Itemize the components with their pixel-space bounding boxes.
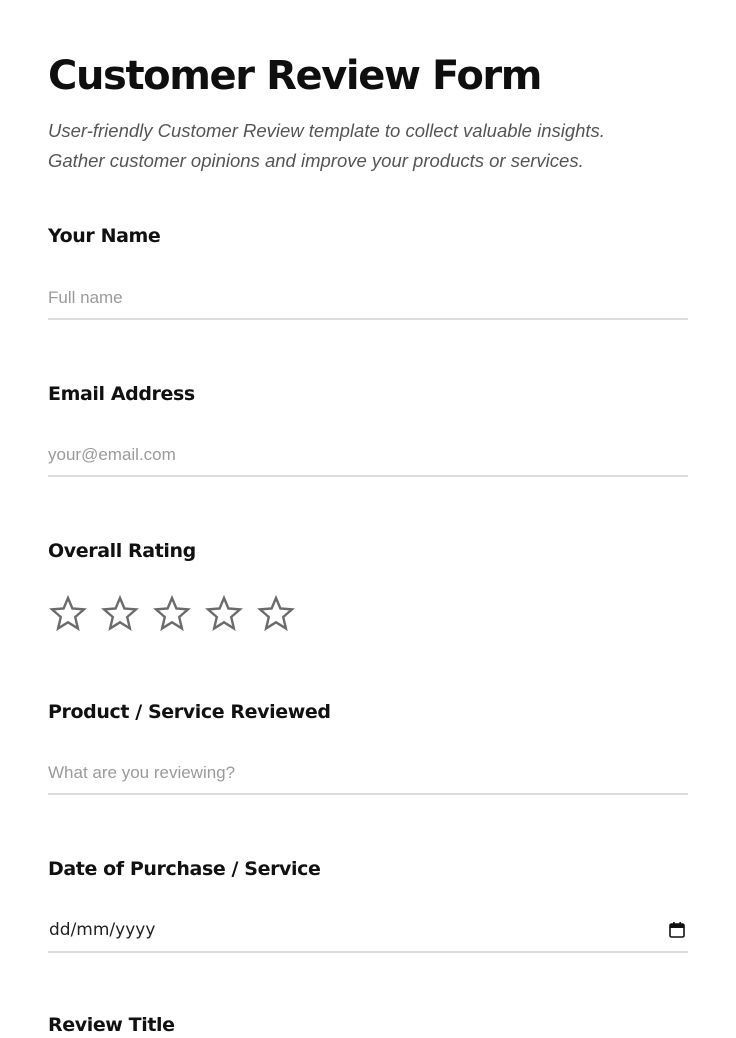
rating-field-group: Overall Rating bbox=[48, 538, 688, 631]
review-title-label: Review Title bbox=[48, 1014, 175, 1036]
date-field-group: Date of Purchase / Service dd/mm/yyyy bbox=[48, 856, 688, 953]
form-title-text: Customer Review Form bbox=[48, 53, 542, 99]
product-input[interactable] bbox=[48, 753, 688, 795]
rating-stars bbox=[48, 594, 296, 634]
star-1-icon[interactable] bbox=[48, 594, 88, 634]
rating-label: Overall Rating bbox=[48, 540, 196, 562]
name-field-group: Your Name bbox=[48, 223, 688, 320]
date-input[interactable]: dd/mm/yyyy bbox=[48, 909, 688, 953]
star-2-icon[interactable] bbox=[100, 594, 140, 634]
star-3-icon[interactable] bbox=[152, 594, 192, 634]
product-field-group: Product / Service Reviewed bbox=[48, 699, 688, 795]
review-title-field-group: Review Title bbox=[48, 1012, 688, 1038]
calendar-icon[interactable] bbox=[668, 921, 686, 939]
form-title: Customer Review Form bbox=[48, 52, 542, 102]
form-subtitle: User-friendly Customer Review template t… bbox=[48, 116, 688, 176]
email-input[interactable] bbox=[48, 435, 688, 477]
date-label: Date of Purchase / Service bbox=[48, 858, 321, 880]
date-placeholder: dd/mm/yyyy bbox=[49, 920, 156, 940]
star-5-icon[interactable] bbox=[256, 594, 296, 634]
email-field-group: Email Address bbox=[48, 381, 688, 477]
star-4-icon[interactable] bbox=[204, 594, 244, 634]
name-label: Your Name bbox=[48, 225, 161, 247]
form-header: Customer Review Form bbox=[48, 52, 542, 102]
form-subtitle-line1: User-friendly Customer Review template t… bbox=[48, 120, 605, 141]
form-subtitle-line2: Gather customer opinions and improve you… bbox=[48, 150, 584, 171]
product-label: Product / Service Reviewed bbox=[48, 701, 331, 723]
name-input[interactable] bbox=[48, 278, 688, 320]
email-label: Email Address bbox=[48, 383, 195, 405]
